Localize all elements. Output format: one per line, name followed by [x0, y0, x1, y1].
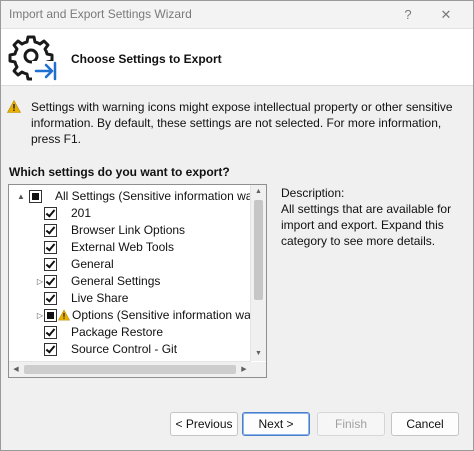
title-bar: Import and Export Settings Wizard ? ✕	[1, 1, 473, 29]
tree-item[interactable]: General	[9, 256, 251, 273]
finish-button[interactable]: Finish	[317, 412, 385, 436]
scroll-down-icon[interactable]: ▼	[251, 347, 266, 361]
tree-item[interactable]: Source Control - Git	[9, 341, 251, 358]
description-text: All settings that are available for impo…	[281, 202, 452, 248]
next-button[interactable]: Next >	[242, 412, 310, 436]
description-panel: Description: All settings that are avail…	[281, 185, 461, 249]
vertical-scroll-thumb[interactable]	[254, 200, 263, 300]
tree-item-label: Live Share	[71, 291, 129, 305]
tree-item[interactable]: Live Share	[9, 290, 251, 307]
tree-item-checkbox[interactable]	[44, 326, 57, 339]
gear-export-icon	[8, 35, 57, 81]
window-title: Import and Export Settings Wizard	[9, 7, 192, 21]
tree-item-label: External Web Tools	[71, 240, 174, 254]
horizontal-scroll-thumb[interactable]	[24, 365, 236, 374]
tree-item-checkbox[interactable]	[29, 190, 42, 203]
page-title: Choose Settings to Export	[71, 52, 222, 66]
tree-item-checkbox[interactable]	[44, 241, 57, 254]
help-button[interactable]: ?	[393, 1, 423, 28]
tree-item-label: Package Restore	[71, 325, 164, 339]
expand-chevron-icon[interactable]: ▲	[16, 190, 26, 203]
description-label: Description:	[281, 186, 345, 200]
tree-item-label: General	[71, 257, 114, 271]
scroll-up-icon[interactable]: ▲	[251, 185, 266, 199]
settings-question: Which settings do you want to export?	[9, 165, 230, 179]
tree-item[interactable]: ▷ General Settings	[9, 273, 251, 290]
tree-item[interactable]: ▲ All Settings (Sensitive information war…	[9, 188, 266, 205]
tree-item-checkbox[interactable]	[44, 309, 57, 322]
tree-item[interactable]: Package Restore	[9, 324, 251, 341]
tree-item-checkbox[interactable]	[44, 292, 57, 305]
tree-item-checkbox[interactable]	[44, 275, 57, 288]
settings-tree[interactable]: ▲ All Settings (Sensitive information war…	[8, 184, 267, 378]
tree-item[interactable]: 201	[9, 205, 251, 222]
tree-item-checkbox[interactable]	[44, 207, 57, 220]
warning-text: Settings with warning icons might expose…	[31, 100, 453, 146]
tree-item-label: Options (Sensitive information warning)	[72, 308, 267, 322]
wizard-window: Import and Export Settings Wizard ? ✕ Ch…	[0, 0, 474, 451]
tree-item[interactable]: Browser Link Options	[9, 222, 251, 239]
warning-triangle-icon	[7, 100, 21, 113]
tree-item-label: Source Control - Git	[71, 342, 178, 356]
horizontal-scrollbar[interactable]: ◀ ▶	[9, 361, 251, 377]
scrollbar-corner	[251, 362, 266, 377]
wizard-header: Choose Settings to Export	[1, 29, 473, 86]
tree-item-checkbox[interactable]	[44, 224, 57, 237]
previous-button[interactable]: < Previous	[170, 412, 238, 436]
tree-item[interactable]: External Web Tools	[9, 239, 251, 256]
tree-item-label: General Settings	[71, 274, 161, 288]
tree-item-label: 201	[71, 206, 92, 220]
tree-item-label: Browser Link Options	[71, 223, 186, 237]
settings-tree-rows: ▲ All Settings (Sensitive information war…	[9, 185, 266, 361]
vertical-scrollbar[interactable]: ▲ ▼	[250, 185, 266, 361]
scroll-right-icon[interactable]: ▶	[237, 362, 251, 377]
tree-item-label: All Settings (Sensitive information warn…	[55, 189, 267, 203]
tree-item-checkbox[interactable]	[44, 258, 57, 271]
tree-item-checkbox[interactable]	[44, 343, 57, 356]
warning-triangle-icon	[58, 309, 70, 321]
tree-item[interactable]: ▷ Options (Sensitive information warning)	[9, 307, 266, 324]
cancel-button[interactable]: Cancel	[391, 412, 459, 436]
close-button[interactable]: ✕	[431, 1, 461, 28]
scroll-left-icon[interactable]: ◀	[9, 362, 23, 377]
